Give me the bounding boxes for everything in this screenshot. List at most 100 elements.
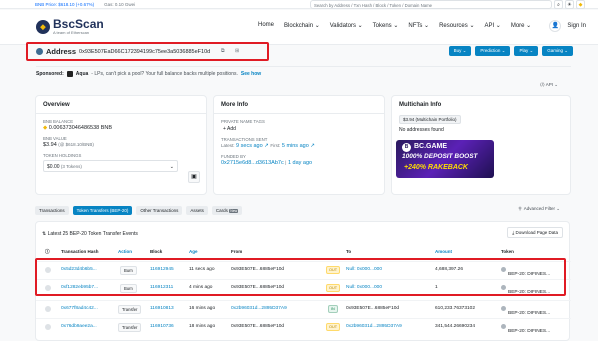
direction-badge: OUT — [326, 323, 341, 331]
wallet-icon[interactable]: ▣ — [188, 171, 200, 183]
token-holdings-dropdown[interactable]: $0.00 (3 Tokens) ⌄ — [43, 160, 178, 172]
eye-icon[interactable] — [45, 306, 51, 312]
prediction-button[interactable]: Prediction ⌄ — [475, 46, 511, 56]
more-info-title: More Info — [221, 102, 248, 108]
nav-tokens[interactable]: Tokens ⌄ — [373, 22, 399, 29]
multichain-empty-text: No addresses found — [399, 127, 444, 133]
download-button[interactable]: ⤓ Download Page Data — [507, 227, 563, 238]
sponsored-brand[interactable]: Aqua — [76, 71, 89, 77]
chevron-down-icon: ⌄ — [169, 164, 174, 170]
multichain-portfolio-badge[interactable]: $3.94 (Multichain Portfolio) — [399, 115, 461, 124]
ad-brand: BC.GAME — [414, 143, 448, 150]
tab-cards[interactable]: Cards New — [211, 206, 243, 215]
tx-sent-values: Latest: 9 secs ago ↗ First: 5 mins ago ↗ — [214, 143, 384, 149]
token-link[interactable]: BEP-20: DIFINES... — [501, 324, 550, 334]
gaming-button[interactable]: Gaming ⌄ — [542, 46, 573, 56]
bscscan-logo[interactable]: ◆ BscScan A team of Etherscan — [36, 18, 104, 35]
theme-toggle-icon[interactable]: ☀ — [565, 0, 574, 9]
table-row: 0x76db9aee2a... Transfer 116910736 18 mi… — [36, 318, 571, 335]
nav-right: 👤 Sign In — [549, 20, 586, 32]
token-link[interactable]: BEP-20: DIFINES... — [501, 306, 550, 316]
advanced-filter-button[interactable]: ⚲ Advanced Filter ⌄ — [518, 206, 560, 212]
sponsored-label: Sponsored: — [36, 71, 64, 77]
holdings-amount: $0.00 — [47, 164, 60, 170]
advanced-filter-label: Advanced Filter ⌄ — [523, 206, 560, 211]
copy-icon[interactable]: ⧉ — [221, 48, 225, 54]
table-summary: ⇅ Latest 25 BEP-20 Token Transfer Events — [42, 231, 138, 237]
col-token: Token — [501, 249, 514, 254]
block-link[interactable]: 116910813 — [150, 306, 174, 311]
tab-token-transfers[interactable]: Token Transfers (BEP-20) — [72, 206, 133, 215]
age: 16 mins ago — [189, 306, 216, 311]
tab-other-transactions[interactable]: Other Transactions — [136, 206, 183, 215]
gas-price[interactable]: Gas: 0.10 Gwei — [104, 2, 135, 7]
user-icon[interactable]: 👤 — [549, 20, 562, 32]
col-age[interactable]: Age — [189, 249, 198, 254]
qr-code-icon[interactable]: ⊞ — [235, 48, 239, 54]
sign-in-link[interactable]: Sign In — [567, 23, 586, 29]
token-icon — [501, 324, 506, 329]
address-header: Address 0x93E507EaD66C172394199c75ee3a50… — [26, 42, 269, 61]
first-prefix: First: — [270, 143, 281, 148]
tab-transactions[interactable]: Transactions — [35, 206, 69, 215]
multichain-title: Multichain Info — [399, 102, 442, 108]
tx-hash-link[interactable]: 0x677f8ad4c42... — [61, 306, 98, 311]
latest-prefix: Latest: — [221, 143, 235, 148]
bcgame-ad-banner[interactable]: B BC.GAME 1000% DEPOSIT BOOST +240% RAKE… — [396, 140, 494, 178]
funded-address-link[interactable]: 0x2715e6d8...d3613Ab7c — [221, 160, 284, 166]
tab-bar: Transactions Token Transfers (BEP-20) Ot… — [35, 206, 243, 215]
holdings-tokens: (3 Tokens) — [60, 164, 82, 169]
add-tag-button[interactable]: + Add — [214, 126, 384, 132]
address-label: Address — [46, 47, 77, 56]
funded-label: FUNDED BY — [221, 154, 246, 159]
tab-assets[interactable]: Assets — [186, 206, 208, 215]
bnb-price[interactable]: BNB Price: $618.10 (+0.67%) — [35, 2, 94, 7]
age: 18 mins ago — [189, 324, 216, 329]
bnb-value: $3.94 (@ $618.10/BNB) — [36, 142, 206, 148]
to-address[interactable]: 0x93E507E...6885eF10d — [346, 306, 399, 311]
funded-time-link[interactable]: 1 day ago — [288, 160, 312, 166]
api-dropdown[interactable]: ⟨/⟩ API ⌄ — [540, 82, 558, 88]
eye-icon[interactable] — [45, 324, 51, 330]
col-block: Block — [150, 249, 163, 254]
buy-button[interactable]: Buy ⌄ — [448, 46, 472, 56]
sponsored-text: - LPs, can't pick a pool? Your full bala… — [91, 71, 238, 77]
download-label: Download Page Data — [515, 230, 558, 235]
nav-validators[interactable]: Validators ⌄ — [330, 22, 363, 29]
action-buttons: Buy ⌄ Prediction ⌄ Play ⌄ Gaming ⌄ — [448, 46, 573, 56]
first-tx-link[interactable]: 5 mins ago ↗ — [282, 143, 315, 149]
col-to: To — [346, 249, 352, 254]
bnb-logo-icon[interactable]: ◆ — [576, 0, 585, 9]
address-hash[interactable]: 0x93E507EaD66C172394199c75ee3a5036885eF1… — [79, 49, 210, 55]
nav-more[interactable]: More ⌄ — [511, 22, 531, 29]
aqua-logo-icon — [66, 71, 73, 77]
search-row: Search by Address / Txn Hash / Block / T… — [310, 0, 585, 9]
col-amount[interactable]: Amount — [435, 249, 452, 254]
table-summary-text: Latest 25 BEP-20 Token Transfer Events — [47, 231, 138, 237]
search-icon[interactable]: ⌕ — [554, 0, 563, 9]
direction-badge: IN — [328, 305, 338, 313]
latest-tx-link[interactable]: 9 secs ago ↗ — [236, 143, 269, 149]
overview-card: Overview BNB BALANCE ◆ 0.006373046486538… — [35, 95, 207, 195]
nav-api[interactable]: API ⌄ — [484, 22, 500, 29]
col-action[interactable]: Action — [118, 249, 132, 254]
token-name: BEP-20: DIFINES... — [508, 311, 551, 316]
from-address[interactable]: 0x2b96031d...2895D37A9 — [231, 306, 287, 311]
tx-hash-link[interactable]: 0x76db9aee2a... — [61, 324, 97, 329]
help-icon[interactable]: ⓘ — [45, 249, 50, 255]
sponsored-link[interactable]: See how — [241, 71, 261, 77]
table-header: ⓘ Transaction Hash Action Block Age From… — [36, 249, 571, 257]
overview-title: Overview — [43, 102, 70, 108]
block-link[interactable]: 116910736 — [150, 324, 174, 329]
table-row: 0x677f8ad4c42... Transfer 116910813 16 m… — [36, 300, 571, 317]
search-input[interactable]: Search by Address / Txn Hash / Block / T… — [310, 0, 552, 9]
divider — [36, 66, 571, 67]
nav-resources[interactable]: Resources ⌄ — [439, 22, 474, 29]
nav-nfts[interactable]: NFTs ⌄ — [408, 22, 429, 29]
from-address[interactable]: 0x93E507E...6885eF10d — [231, 324, 284, 329]
nav-home[interactable]: Home — [258, 22, 274, 29]
nav-blockchain[interactable]: Blockchain ⌄ — [284, 22, 320, 29]
play-button[interactable]: Play ⌄ — [514, 46, 539, 56]
bnb-value-rate: (@ $618.10/BNB) — [58, 142, 94, 147]
to-address-link[interactable]: 0x2b96031d...2895D37A9 — [346, 324, 402, 329]
